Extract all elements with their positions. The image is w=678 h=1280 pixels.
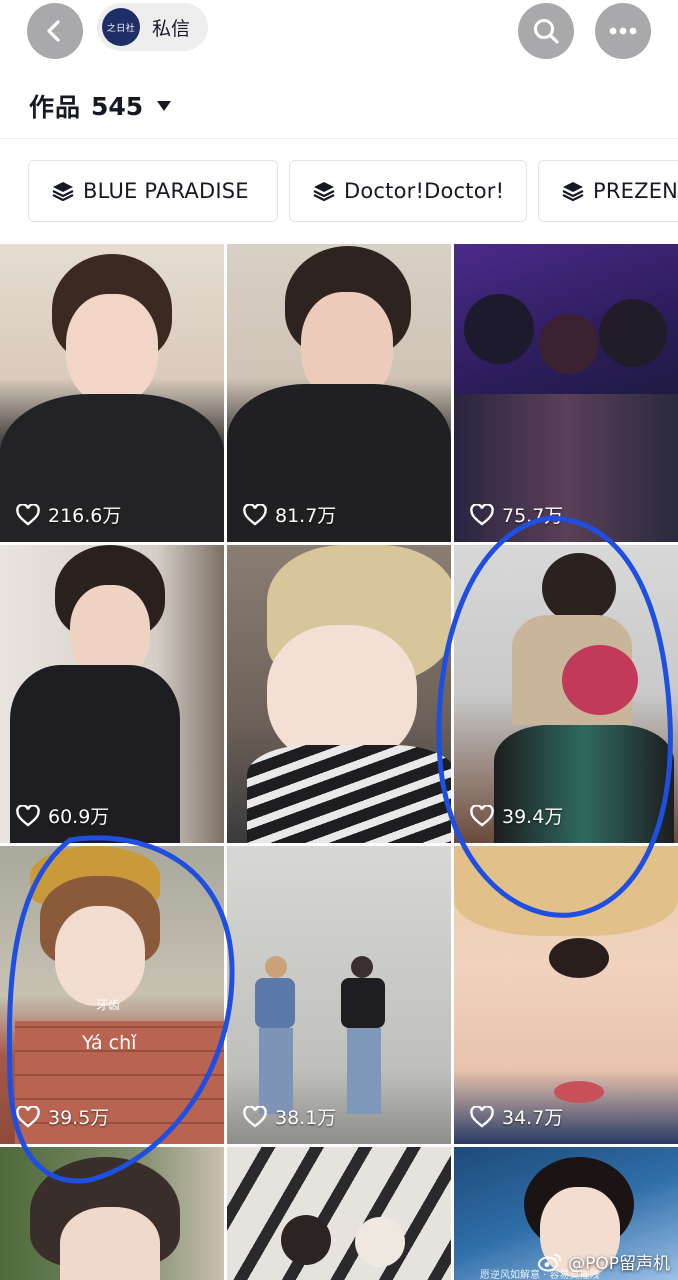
caret-down-icon (157, 101, 172, 111)
works-filter[interactable]: 作品 545 (29, 86, 172, 126)
heart-icon (16, 503, 40, 526)
hair-shape (562, 645, 638, 715)
like-count-text: 60.9万 (48, 806, 110, 828)
watermark-subtext: 愿逆风如解意 · 容易莫摧残 (480, 1270, 600, 1280)
like-count-text: 39.5万 (48, 1107, 110, 1129)
top-bar: 之日社 私信 (0, 0, 678, 60)
like-count: 75.7万 (470, 501, 563, 528)
video-thumbnail[interactable]: 81.7万 (227, 244, 451, 542)
video-thumbnail[interactable]: 75.7万 (454, 244, 678, 542)
collection-prezen[interactable]: PREZEN (538, 160, 678, 222)
video-thumbnail[interactable]: 38.1万 (227, 846, 451, 1144)
like-count-text: 34.7万 (502, 1107, 564, 1129)
jeans-shape (259, 1028, 293, 1114)
hair-shape (464, 294, 534, 364)
hair-shape (454, 846, 678, 936)
eye-shape (549, 938, 609, 978)
chevron-left-icon (47, 20, 60, 42)
video-thumbnail[interactable] (0, 1147, 224, 1280)
message-label: 私信 (152, 17, 191, 40)
like-count: 60.9万 (16, 802, 109, 829)
like-count: 39.4万 (470, 802, 563, 829)
video-thumbnail[interactable] (227, 545, 451, 843)
works-count: 545 (91, 91, 144, 121)
video-thumbnail[interactable]: 39.4万 (454, 545, 678, 843)
collection-list: BLUE PARADISE Doctor!Doctor! PREZEN (0, 160, 678, 222)
like-count: 34.7万 (470, 1103, 563, 1130)
layers-icon (52, 182, 74, 202)
like-count-text: 216.6万 (48, 505, 122, 527)
heart-icon (16, 1105, 40, 1128)
avatar: 之日社 (102, 8, 140, 46)
collection-label: Doctor!Doctor! (344, 179, 505, 203)
heart-icon (243, 503, 267, 526)
search-button[interactable] (518, 3, 574, 59)
heart-icon (470, 503, 494, 526)
heart-icon (470, 804, 494, 827)
face-shape (60, 1207, 160, 1280)
more-button[interactable] (595, 3, 651, 59)
message-chip[interactable]: 之日社 私信 (97, 3, 209, 51)
back-button[interactable] (27, 3, 83, 59)
collection-label: BLUE PARADISE (83, 179, 249, 203)
like-count-text: 81.7万 (275, 505, 337, 527)
like-count: 216.6万 (16, 501, 121, 528)
face-shape (66, 294, 158, 404)
like-count-text: 39.4万 (502, 806, 564, 828)
face-shape (267, 625, 417, 765)
layers-icon (313, 182, 335, 202)
like-count-text: 75.7万 (502, 505, 564, 527)
head-shape (281, 1215, 331, 1265)
hat-shape (355, 1217, 405, 1267)
lips-shape (554, 1081, 604, 1103)
like-count: 38.1万 (243, 1103, 336, 1130)
search-icon (534, 19, 559, 44)
video-thumbnail[interactable]: 34.7万 (454, 846, 678, 1144)
heart-icon (470, 1105, 494, 1128)
heart-icon (16, 804, 40, 827)
face-shape (55, 906, 145, 1006)
divider (0, 138, 678, 139)
video-thumbnail[interactable]: 牙齿 Yá chǐ 39.5万 (0, 846, 224, 1144)
jeans-shape (347, 1028, 381, 1114)
jacket-shape (341, 978, 385, 1028)
like-count: 81.7万 (243, 501, 336, 528)
like-count: 39.5万 (16, 1103, 109, 1130)
profile-page: 之日社 私信 作品 545 BLUE PARADISE Doctor!Docto… (0, 0, 678, 1280)
sweater-shape (247, 745, 451, 843)
hair-shape (542, 553, 616, 623)
collection-label: PREZEN (593, 179, 678, 203)
head-shape (265, 956, 287, 978)
heart-icon (243, 1105, 267, 1128)
hair-shape (599, 299, 667, 367)
video-thumbnail[interactable] (227, 1147, 451, 1280)
sticker-caption-small: 牙齿 (96, 998, 121, 1012)
video-thumbnail[interactable]: 60.9万 (0, 545, 224, 843)
like-count-text: 38.1万 (275, 1107, 337, 1129)
sticker-caption-large: Yá chǐ (82, 1032, 137, 1054)
collection-blue-paradise[interactable]: BLUE PARADISE (28, 160, 278, 222)
collection-doctor-doctor[interactable]: Doctor!Doctor! (289, 160, 527, 222)
head-shape (351, 956, 373, 978)
more-icon (609, 27, 637, 35)
jacket-shape (255, 978, 295, 1028)
hair-shape (539, 314, 599, 374)
thumbnail-image (227, 1147, 451, 1280)
layers-icon (562, 182, 584, 202)
video-thumbnail[interactable]: 216.6万 (0, 244, 224, 542)
works-label: 作品 (29, 93, 82, 122)
